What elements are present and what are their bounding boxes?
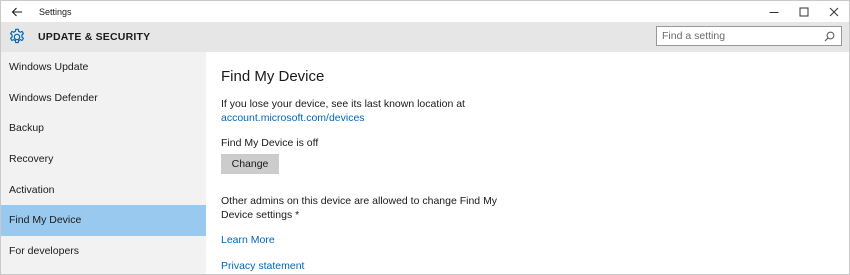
- search-box[interactable]: [656, 26, 842, 46]
- admins-note: Other admins on this device are allowed …: [221, 195, 498, 221]
- close-button[interactable]: [819, 1, 849, 22]
- window-title: Settings: [39, 6, 72, 17]
- title-bar: Settings: [1, 1, 849, 22]
- privacy-statement-link[interactable]: Privacy statement: [221, 260, 304, 272]
- page-title: Find My Device: [221, 68, 325, 85]
- description-text: If you lose your device, see its last kn…: [221, 98, 465, 110]
- minimize-icon: [769, 11, 779, 13]
- sidebar-item-label: Windows Update: [9, 61, 89, 74]
- back-button[interactable]: [1, 1, 33, 22]
- sidebar-item-label: Activation: [9, 183, 55, 196]
- learn-more-link[interactable]: Learn More: [221, 234, 275, 246]
- sidebar-item-label: Windows Defender: [9, 91, 98, 104]
- section-header: UPDATE & SECURITY: [1, 22, 849, 52]
- search-icon[interactable]: [822, 29, 836, 43]
- account-devices-link[interactable]: account.microsoft.com/devices: [221, 112, 365, 124]
- sidebar-item-label: Find My Device: [9, 214, 82, 227]
- window-controls: [759, 1, 849, 22]
- sidebar-item-label: Backup: [9, 122, 45, 135]
- status-text: Find My Device is off: [221, 137, 319, 149]
- section-title: UPDATE & SECURITY: [38, 31, 151, 43]
- sidebar-item-windows-update[interactable]: Windows Update: [1, 52, 206, 83]
- maximize-button[interactable]: [789, 1, 819, 22]
- change-button[interactable]: Change: [221, 154, 279, 174]
- sidebar-item-windows-defender[interactable]: Windows Defender: [1, 83, 206, 114]
- back-arrow-icon: [11, 7, 22, 16]
- sidebar-item-label: Recovery: [9, 153, 54, 166]
- sidebar-item-label: For developers: [9, 244, 80, 257]
- gear-icon: [7, 27, 27, 47]
- minimize-button[interactable]: [759, 1, 789, 22]
- sidebar-item-find-my-device[interactable]: Find My Device: [1, 204, 206, 236]
- settings-window: Settings UPDATE & SECURITY Find a settin…: [0, 0, 850, 275]
- main-content: Find My Device If you lose your device, …: [206, 52, 849, 274]
- sidebar-item-backup[interactable]: Backup: [1, 113, 206, 144]
- sidebar-item-for-developers[interactable]: For developers: [1, 236, 206, 267]
- close-icon: [829, 7, 839, 16]
- maximize-icon: [799, 7, 809, 16]
- search-input[interactable]: [657, 27, 822, 45]
- sidebar: Windows Update Windows Defender Backup R…: [1, 52, 206, 274]
- sidebar-item-activation[interactable]: Activation: [1, 174, 206, 205]
- sidebar-item-recovery[interactable]: Recovery: [1, 144, 206, 175]
